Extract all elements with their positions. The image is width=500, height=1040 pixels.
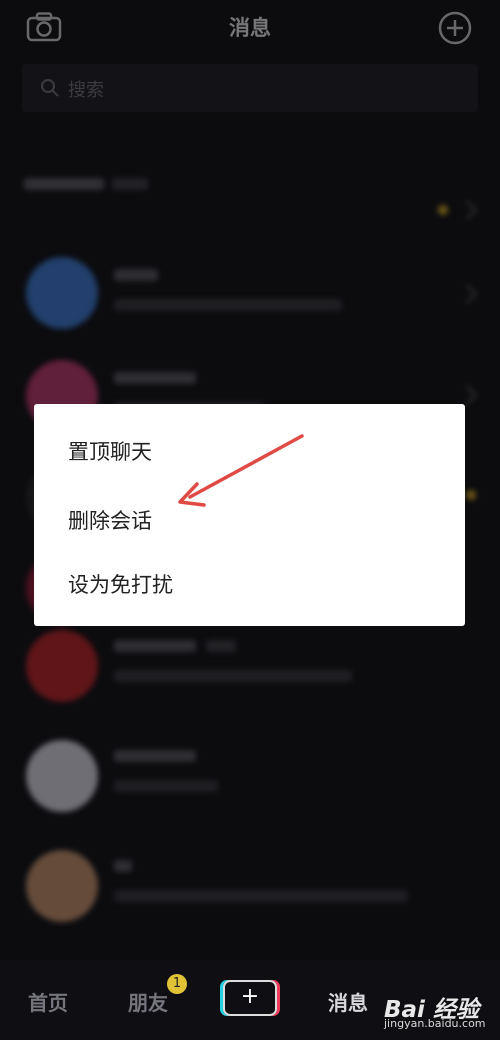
menu-item-mute[interactable]: 设为免打扰 [68, 569, 173, 599]
menu-item-delete-conversation[interactable]: 删除会话 [68, 505, 152, 535]
tab-home[interactable]: 首页 [28, 987, 68, 1016]
context-menu: 置顶聊天 删除会话 设为免打扰 [34, 404, 465, 626]
watermark-url: jingyan.baidu.com [384, 1017, 486, 1030]
tab-friends[interactable]: 朋友 [128, 987, 168, 1016]
menu-item-pin-chat[interactable]: 置顶聊天 [68, 436, 152, 466]
tab-messages[interactable]: 消息 [328, 987, 368, 1016]
friends-badge: 1 [167, 974, 187, 994]
publish-button[interactable]: + [223, 980, 277, 1016]
messages-screen: 消息 搜索 置顶聊天 删除会话 设为免打扰 首页 朋友 1 + 消息 Bai 经… [0, 0, 500, 1040]
